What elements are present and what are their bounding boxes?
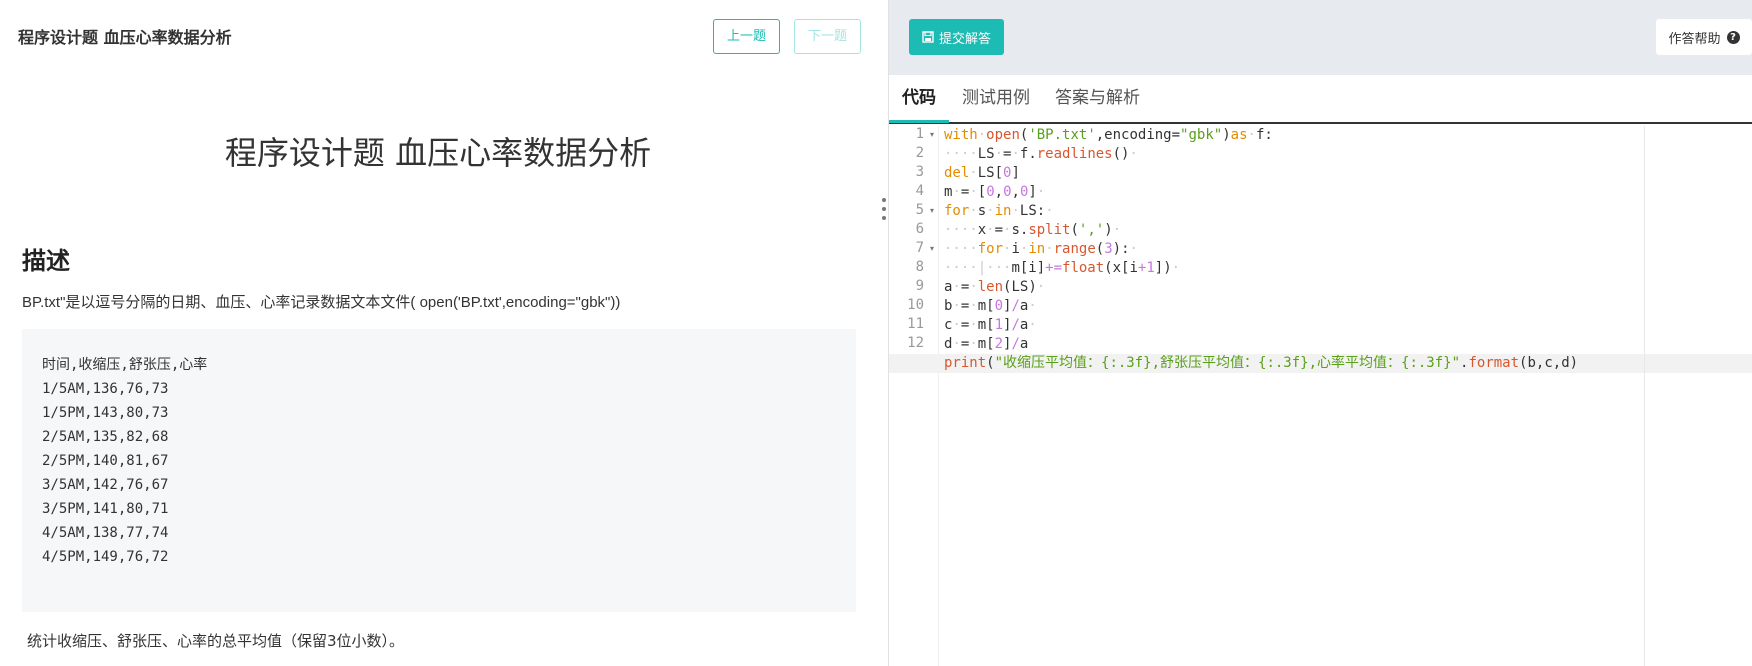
line-number: 6 <box>915 221 924 237</box>
submit-answer-label: 提交解答 <box>938 31 991 47</box>
sample-line: 1/5PM,143,80,73 <box>42 405 169 421</box>
editor-tabs: 代码 测试用例 答案与解析 <box>889 75 1752 124</box>
line-number: 12 <box>907 335 924 351</box>
description-heading: 描述 <box>22 247 70 275</box>
next-question-button[interactable]: 下一题 <box>794 19 861 54</box>
code-line[interactable]: ····for·i·in·range(3):· <box>944 240 1752 259</box>
code-line[interactable]: a·=·len(LS)· <box>944 278 1752 297</box>
code-line[interactable]: for·s·in·LS:· <box>944 202 1752 221</box>
code-line[interactable]: print("收缩压平均值：{:.3f},舒张压平均值：{:.3f},心率平均值… <box>889 354 1752 373</box>
line-number: 10 <box>907 297 924 313</box>
line-number: 5 <box>915 202 924 218</box>
code-line[interactable]: b·=·m[0]/a· <box>944 297 1752 316</box>
code-line[interactable]: d·=·m[2]/a <box>944 335 1752 354</box>
print-margin-line <box>1644 126 1645 666</box>
sample-line: 2/5AM,135,82,68 <box>42 429 169 445</box>
problem-heading: 程序设计题 血压心率数据分析 <box>224 134 652 172</box>
requirement-text: 统计收缩压、舒张压、心率的总平均值（保留3位小数）。 <box>27 632 405 650</box>
code-content[interactable]: with·open('BP.txt',encoding="gbk")as·f: ·… <box>889 126 1752 666</box>
code-line[interactable]: ····|···m[i]+=float(x[i+1])· <box>944 259 1752 278</box>
code-line[interactable]: with·open('BP.txt',encoding="gbk")as·f: <box>944 126 1752 145</box>
code-editor[interactable]: 1 ▾ 2 3 4 5 ▾ 6 7 ▾ 8 9 10 11 12 13 with… <box>889 126 1752 666</box>
fold-arrow-icon[interactable]: ▾ <box>930 130 934 139</box>
sample-line: 2/5PM,140,81,67 <box>42 453 169 469</box>
sample-line: 1/5AM,136,76,73 <box>42 381 169 397</box>
sample-data-block: 时间,收缩压,舒张压,心率 1/5AM,136,76,73 1/5PM,143,… <box>22 329 856 612</box>
editor-pane: 提交解答 作答帮助 ? 代码 测试用例 答案与解析 1 ▾ 2 3 4 5 ▾ … <box>889 0 1752 666</box>
save-icon <box>922 31 934 43</box>
code-line[interactable]: ····x·=·s.split(',')· <box>944 221 1752 240</box>
problem-header: 程序设计题 血压心率数据分析 上一题 下一题 <box>0 0 889 72</box>
problem-pane: 程序设计题 血压心率数据分析 上一题 下一题 程序设计题 血压心率数据分析 描述… <box>0 0 889 666</box>
line-number: 4 <box>915 183 924 199</box>
tab-code[interactable]: 代码 <box>889 75 949 123</box>
app: 程序设计题 血压心率数据分析 上一题 下一题 程序设计题 血压心率数据分析 描述… <box>0 0 1752 666</box>
line-number: 11 <box>907 316 924 332</box>
line-number-gutter: 1 ▾ 2 3 4 5 ▾ 6 7 ▾ 8 9 10 11 12 13 <box>889 126 939 666</box>
code-line[interactable]: c·=·m[1]/a· <box>944 316 1752 335</box>
help-button[interactable]: 作答帮助 ? <box>1656 19 1752 55</box>
sample-line: 4/5PM,149,76,72 <box>42 549 169 565</box>
problem-title: 程序设计题 血压心率数据分析 <box>18 28 232 47</box>
help-label: 作答帮助 <box>1668 31 1721 47</box>
line-number: 9 <box>915 278 924 294</box>
description-text: BP.txt"是以逗号分隔的日期、血压、心率记录数据文本文件( open('BP… <box>22 294 621 311</box>
line-number: 7 <box>915 240 924 256</box>
fold-arrow-icon[interactable]: ▾ <box>930 244 934 253</box>
code-line[interactable]: ····LS·=·f.readlines()· <box>944 145 1752 164</box>
sample-line: 3/5AM,142,76,67 <box>42 477 169 493</box>
line-number: 3 <box>915 164 924 180</box>
tab-test-cases[interactable]: 测试用例 <box>949 75 1043 123</box>
sample-line: 时间,收缩压,舒张压,心率 <box>42 357 208 373</box>
prev-question-button[interactable]: 上一题 <box>713 19 780 54</box>
line-number: 2 <box>915 145 924 161</box>
editor-toolbar: 提交解答 作答帮助 ? <box>889 0 1752 75</box>
submit-answer-button[interactable]: 提交解答 <box>909 19 1004 55</box>
pane-resize-handle[interactable] <box>880 198 888 234</box>
line-number: 1 <box>915 126 924 142</box>
question-circle-icon: ? <box>1726 30 1740 44</box>
code-line[interactable]: del·LS[0] <box>944 164 1752 183</box>
line-number: 8 <box>915 259 924 275</box>
sample-line: 3/5PM,141,80,71 <box>42 501 169 517</box>
sample-line: 4/5AM,138,77,74 <box>42 525 169 541</box>
fold-arrow-icon[interactable]: ▾ <box>930 206 934 215</box>
code-line[interactable]: m·=·[0,0,0]· <box>944 183 1752 202</box>
tab-answer-analysis[interactable]: 答案与解析 <box>1042 75 1153 123</box>
